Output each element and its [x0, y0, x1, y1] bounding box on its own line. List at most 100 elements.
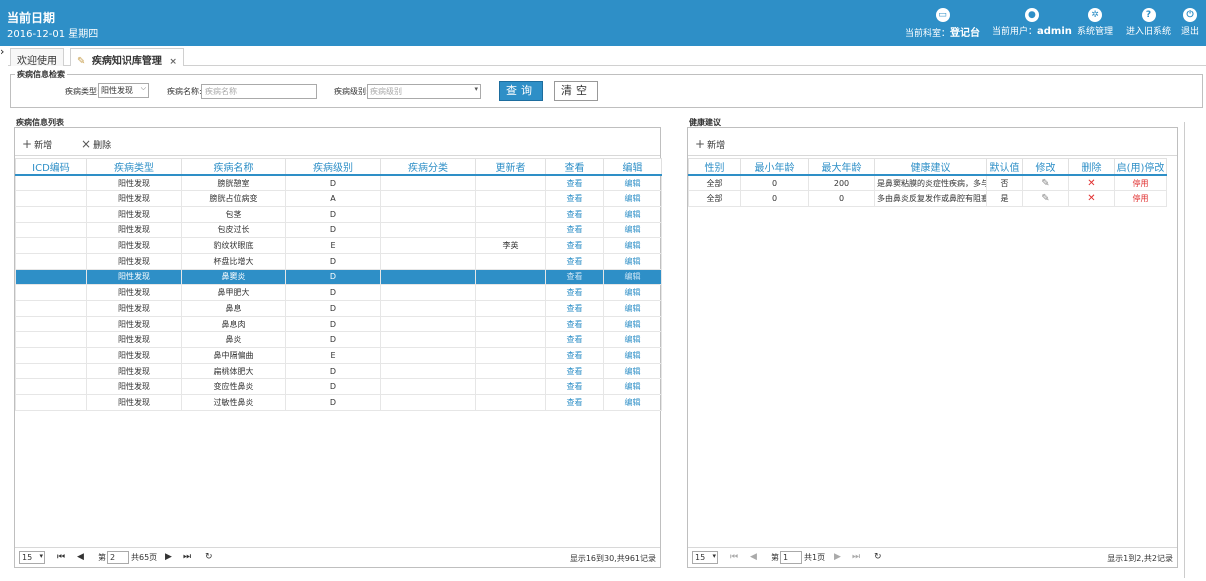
table-row[interactable]: 阳性发现 豹纹状眼底 E 李英 查看 编辑: [15, 237, 662, 254]
cell-edit[interactable]: 编辑: [603, 205, 662, 223]
view-link[interactable]: 查看: [567, 382, 583, 391]
view-link[interactable]: 查看: [567, 272, 583, 281]
column-header[interactable]: 疾病类型: [86, 158, 182, 176]
cell-edit[interactable]: 编辑: [603, 300, 662, 317]
edit-link[interactable]: 编辑: [625, 351, 641, 360]
cell-edit[interactable]: 编辑: [603, 394, 662, 411]
cell-view[interactable]: 查看: [545, 300, 604, 317]
old-system-button[interactable]: ? 进入旧系统: [1126, 8, 1171, 37]
cell-view[interactable]: 查看: [545, 221, 604, 239]
table-row[interactable]: 全部 0 0 多由鼻炎反复发作或鼻腔有阻塞性是 ✎ ✕ 停用: [688, 190, 1167, 207]
disease-name-input[interactable]: 疾病名称: [201, 84, 317, 99]
query-button[interactable]: 查询: [499, 81, 543, 101]
cell-view[interactable]: 查看: [545, 394, 604, 411]
page-size-select[interactable]: 15 ▾: [19, 551, 45, 564]
table-row[interactable]: 全部 0 200 是鼻窦粘膜的炎症性疾病，多与鼻否 ✎ ✕ 停用: [688, 174, 1167, 192]
prev-page-icon[interactable]: ◀: [77, 552, 84, 562]
disease-level-select[interactable]: 疾病级别 ▾: [367, 84, 481, 99]
cell-edit[interactable]: 编辑: [603, 331, 662, 349]
cell-edit[interactable]: 编辑: [603, 284, 662, 301]
delete-disease-button[interactable]: × 删除: [81, 137, 111, 151]
cell-view[interactable]: 查看: [545, 268, 604, 286]
disease-type-select[interactable]: 阳性发现 ⌵: [98, 83, 149, 98]
cell-edit[interactable]: 编辑: [603, 347, 662, 364]
last-page-icon[interactable]: ⏭: [183, 552, 191, 562]
edit-link[interactable]: 编辑: [625, 225, 641, 234]
clear-button[interactable]: 清空: [554, 81, 598, 101]
page-size-select[interactable]: 15 ▾: [692, 551, 718, 564]
view-link[interactable]: 查看: [567, 367, 583, 376]
cell-view[interactable]: 查看: [545, 362, 604, 380]
status-toggle[interactable]: 停用: [1114, 174, 1167, 192]
cell-view[interactable]: 查看: [545, 378, 604, 396]
table-row[interactable]: 阳性发现 鼻甲肥大 D 查看 编辑: [15, 284, 662, 301]
edit-link[interactable]: 编辑: [625, 335, 641, 344]
cell-edit[interactable]: 编辑: [603, 221, 662, 239]
delete-cell[interactable]: ✕: [1068, 174, 1115, 192]
view-link[interactable]: 查看: [567, 194, 583, 203]
view-link[interactable]: 查看: [567, 304, 583, 313]
cell-edit[interactable]: 编辑: [603, 268, 662, 286]
close-icon[interactable]: ×: [169, 57, 177, 67]
edit-link[interactable]: 编辑: [625, 304, 641, 313]
table-row[interactable]: 阳性发现 过敏性鼻炎 D 查看 编辑: [15, 394, 662, 411]
table-row[interactable]: 阳性发现 膀胱憩室 D 查看 编辑: [15, 174, 662, 192]
column-header[interactable]: 删除: [1068, 158, 1115, 176]
view-link[interactable]: 查看: [567, 225, 583, 234]
first-page-icon[interactable]: ⏮: [57, 552, 65, 562]
column-header[interactable]: 疾病分类: [380, 158, 476, 176]
cell-edit[interactable]: 编辑: [603, 378, 662, 396]
table-row[interactable]: 阳性发现 杯盘比增大 D 查看 编辑: [15, 252, 662, 270]
cell-view[interactable]: 查看: [545, 190, 604, 207]
pencil-icon[interactable]: ✎: [1041, 193, 1049, 204]
chevron-right-icon[interactable]: ›: [0, 46, 8, 58]
cell-edit[interactable]: 编辑: [603, 190, 662, 207]
cell-view[interactable]: 查看: [545, 205, 604, 223]
last-page-icon[interactable]: ⏭: [852, 552, 860, 562]
cell-view[interactable]: 查看: [545, 237, 604, 254]
cell-edit[interactable]: 编辑: [603, 362, 662, 380]
column-header[interactable]: 启(用)停改: [1114, 158, 1167, 176]
edit-link[interactable]: 编辑: [625, 257, 641, 266]
cell-view[interactable]: 查看: [545, 315, 604, 333]
table-row[interactable]: 阳性发现 鼻息肉 D 查看 编辑: [15, 315, 662, 333]
edit-link[interactable]: 编辑: [625, 398, 641, 407]
logout-button[interactable]: ⏻ 退出: [1181, 8, 1199, 37]
cell-edit[interactable]: 编辑: [603, 174, 662, 192]
prev-page-icon[interactable]: ◀: [750, 552, 757, 562]
edit-link[interactable]: 编辑: [625, 288, 641, 297]
column-header[interactable]: 编辑: [603, 158, 662, 176]
add-advice-button[interactable]: + 新增: [695, 137, 725, 151]
edit-link[interactable]: 编辑: [625, 272, 641, 281]
refresh-icon[interactable]: ↻: [205, 552, 213, 562]
status-toggle[interactable]: 停用: [1114, 190, 1167, 207]
first-page-icon[interactable]: ⏮: [730, 552, 738, 562]
edit-cell[interactable]: ✎: [1022, 174, 1069, 192]
cell-edit[interactable]: 编辑: [603, 237, 662, 254]
table-row[interactable]: 阳性发现 鼻息 D 查看 编辑: [15, 300, 662, 317]
table-row[interactable]: 阳性发现 鼻炎 D 查看 编辑: [15, 331, 662, 349]
view-link[interactable]: 查看: [567, 351, 583, 360]
edit-link[interactable]: 编辑: [625, 382, 641, 391]
page-number-input[interactable]: 2: [107, 551, 129, 564]
edit-link[interactable]: 编辑: [625, 210, 641, 219]
column-header[interactable]: 疾病名称: [181, 158, 286, 176]
column-header[interactable]: 查看: [545, 158, 604, 176]
table-row[interactable]: 阳性发现 鼻窦炎 D 查看 编辑: [15, 268, 662, 286]
view-link[interactable]: 查看: [567, 241, 583, 250]
column-header[interactable]: 更新者: [475, 158, 546, 176]
column-header[interactable]: 健康建议: [874, 158, 987, 176]
next-page-icon[interactable]: ▶: [165, 552, 172, 562]
cell-edit[interactable]: 编辑: [603, 315, 662, 333]
column-header[interactable]: 默认值: [986, 158, 1023, 176]
edit-link[interactable]: 编辑: [625, 179, 641, 188]
table-row[interactable]: 阳性发现 膀胱占位病变 A 查看 编辑: [15, 190, 662, 207]
next-page-icon[interactable]: ▶: [834, 552, 841, 562]
column-header[interactable]: 疾病级别: [285, 158, 381, 176]
cell-view[interactable]: 查看: [545, 252, 604, 270]
view-link[interactable]: 查看: [567, 179, 583, 188]
column-header[interactable]: ICD编码: [15, 158, 87, 176]
table-row[interactable]: 阳性发现 包皮过长 D 查看 编辑: [15, 221, 662, 239]
tab-welcome[interactable]: 欢迎使用: [10, 48, 64, 67]
column-header[interactable]: 性别: [688, 158, 741, 176]
